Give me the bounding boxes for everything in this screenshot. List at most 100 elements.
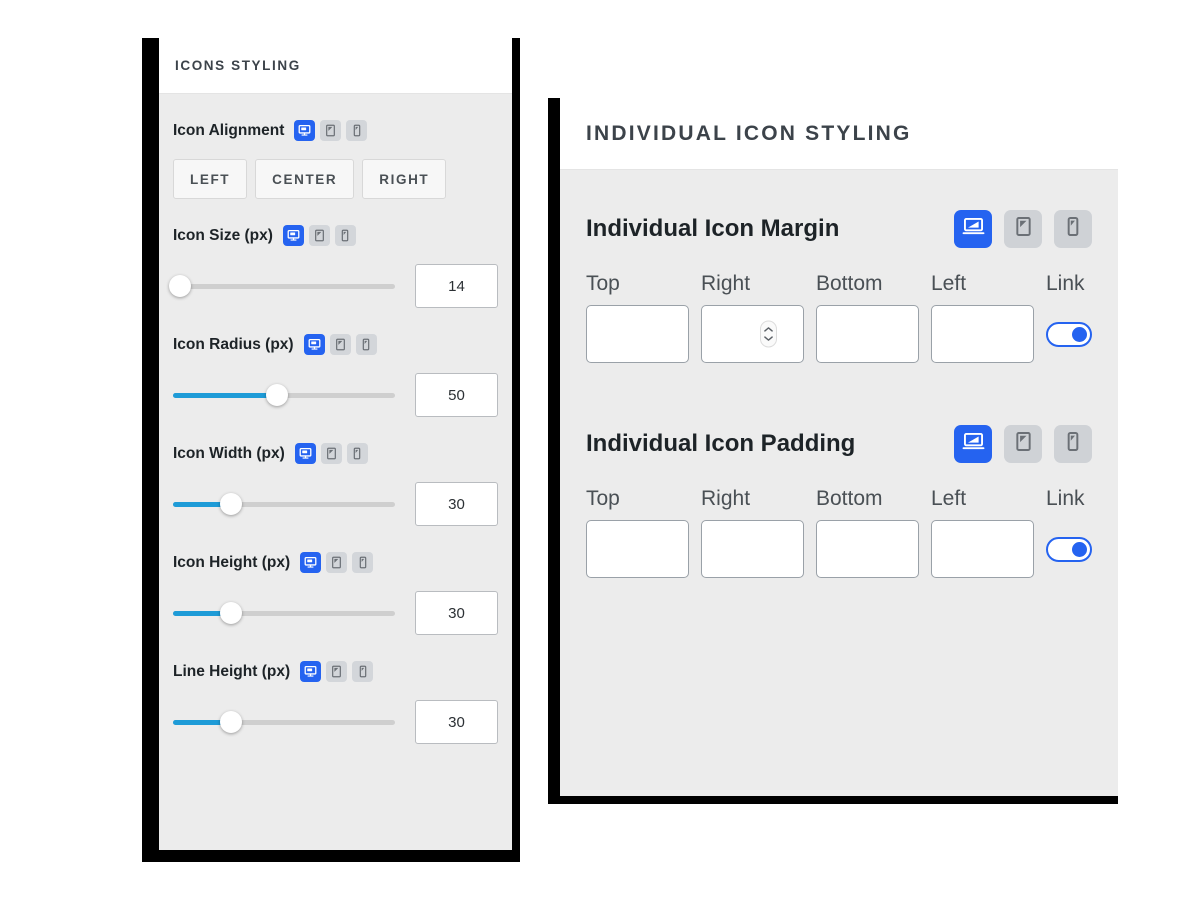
- dimension-label-col: Top: [586, 487, 701, 511]
- device-tab-desktop[interactable]: [294, 443, 316, 464]
- device-tab-mobile[interactable]: [352, 661, 374, 682]
- panel-title: ICONS STYLING: [175, 58, 301, 73]
- mobile-icon: [1067, 216, 1079, 242]
- device-tab-tablet[interactable]: [320, 120, 342, 141]
- device-switcher: [954, 425, 1092, 463]
- dimension-label-col: Left: [931, 487, 1046, 511]
- slider-fill: [173, 393, 278, 398]
- dimension-input-right[interactable]: [701, 520, 804, 578]
- slider-thumb[interactable]: [219, 711, 242, 733]
- device-tab-tablet[interactable]: [308, 225, 330, 246]
- mobile-icon: [1067, 431, 1079, 457]
- link-toggle[interactable]: [1046, 322, 1092, 347]
- dimension-input-bottom[interactable]: [816, 520, 919, 578]
- dimension-field-col: [931, 520, 1046, 578]
- device-tab-mobile[interactable]: [346, 120, 368, 141]
- range-slider[interactable]: [173, 602, 395, 624]
- mobile-icon: [341, 229, 349, 242]
- device-tab-desktop[interactable]: [282, 225, 304, 246]
- dimension-field-col: [586, 305, 701, 363]
- dimension-input-right[interactable]: [701, 305, 804, 363]
- dimension-label: Bottom: [816, 272, 883, 295]
- range-slider[interactable]: [173, 384, 395, 406]
- device-tab-mobile[interactable]: [1054, 425, 1092, 463]
- link-label-col: Link: [1046, 487, 1118, 511]
- tablet-icon: [326, 447, 337, 460]
- device-tab-tablet[interactable]: [326, 661, 348, 682]
- desktop-icon: [308, 338, 321, 351]
- dimension-fields-row: [586, 305, 1092, 363]
- device-tab-tablet[interactable]: [320, 443, 342, 464]
- device-tab-mobile[interactable]: [334, 225, 356, 246]
- slider-row: 50: [173, 373, 498, 417]
- icons-styling-body: Icon Alignment LEFT CENTER RIGHT Icon Si…: [159, 94, 512, 744]
- dimension-section: Individual Icon Padding Top Right Bottom Lef…: [586, 425, 1092, 578]
- icons-styling-panel: ICONS STYLING Icon Alignment LEFT CENTER…: [142, 38, 520, 862]
- device-tab-desktop[interactable]: [303, 334, 325, 355]
- slider-control-label: Line Height (px): [173, 662, 291, 680]
- mobile-icon: [353, 124, 361, 137]
- slider-value-input[interactable]: 30: [415, 700, 498, 744]
- slider-controls-list: Icon Size (px) 14 Icon Radius (px) 50 Icon W…: [168, 199, 498, 744]
- align-center-button[interactable]: CENTER: [255, 159, 355, 199]
- device-tab-tablet[interactable]: [1004, 425, 1042, 463]
- device-tab-mobile[interactable]: [352, 552, 374, 573]
- device-tab-desktop[interactable]: [300, 552, 322, 573]
- chevron-down-icon[interactable]: [764, 336, 773, 342]
- dimension-field-col: [816, 520, 931, 578]
- device-tab-tablet[interactable]: [1004, 210, 1042, 248]
- device-tab-desktop[interactable]: [294, 120, 316, 141]
- device-tab-tablet[interactable]: [329, 334, 351, 355]
- device-tab-desktop[interactable]: [954, 425, 992, 463]
- device-tab-mobile[interactable]: [355, 334, 377, 355]
- dimension-input-left[interactable]: [931, 305, 1034, 363]
- device-tab-desktop[interactable]: [300, 661, 322, 682]
- dimension-label-col: Right: [701, 487, 816, 511]
- slider-value-input[interactable]: 30: [415, 482, 498, 526]
- device-switcher: [300, 661, 374, 682]
- device-tab-desktop[interactable]: [954, 210, 992, 248]
- slider-value-input[interactable]: 30: [415, 591, 498, 635]
- individual-icon-styling-panel-inner: INDIVIDUAL ICON STYLING Individual Icon …: [560, 98, 1118, 796]
- range-slider[interactable]: [173, 711, 395, 733]
- chevron-up-icon[interactable]: [764, 327, 773, 333]
- device-tab-tablet[interactable]: [326, 552, 348, 573]
- align-right-button[interactable]: RIGHT: [362, 159, 447, 199]
- dimension-label-col: Left: [931, 272, 1046, 296]
- slider-control-head: Icon Size (px): [173, 225, 498, 246]
- dimension-field-col: [816, 305, 931, 363]
- dimension-input-left[interactable]: [931, 520, 1034, 578]
- number-spinner[interactable]: [760, 320, 777, 348]
- toggle-knob: [1072, 327, 1087, 342]
- slider-thumb[interactable]: [219, 493, 242, 515]
- slider-row: 14: [168, 264, 498, 308]
- link-toggle[interactable]: [1046, 537, 1092, 562]
- dimension-label: Left: [931, 272, 967, 295]
- device-tab-mobile[interactable]: [1054, 210, 1092, 248]
- toggle-knob: [1072, 542, 1087, 557]
- device-switcher: [954, 210, 1092, 248]
- slider-thumb[interactable]: [219, 602, 242, 624]
- range-slider[interactable]: [173, 493, 395, 515]
- laptop-icon: [962, 217, 985, 241]
- dimension-section-label: Individual Icon Padding: [586, 430, 856, 457]
- dimension-input-top[interactable]: [586, 520, 689, 578]
- slider-value-input[interactable]: 50: [415, 373, 498, 417]
- tablet-icon: [314, 229, 325, 242]
- slider-thumb[interactable]: [168, 275, 191, 297]
- dimension-input-bottom[interactable]: [816, 305, 919, 363]
- dimension-label-col: Bottom: [816, 487, 931, 511]
- slider-value-input[interactable]: 14: [415, 264, 498, 308]
- dimension-labels-row: Top Right Bottom Left Link: [586, 272, 1092, 296]
- align-left-button[interactable]: LEFT: [173, 159, 248, 199]
- slider-thumb[interactable]: [266, 384, 289, 406]
- slider-control-label: Icon Width (px): [173, 444, 285, 462]
- mobile-icon: [362, 338, 370, 351]
- device-tab-mobile[interactable]: [346, 443, 368, 464]
- dimension-fields-row: [586, 520, 1092, 578]
- range-slider[interactable]: [168, 275, 395, 297]
- dimension-input-top[interactable]: [586, 305, 689, 363]
